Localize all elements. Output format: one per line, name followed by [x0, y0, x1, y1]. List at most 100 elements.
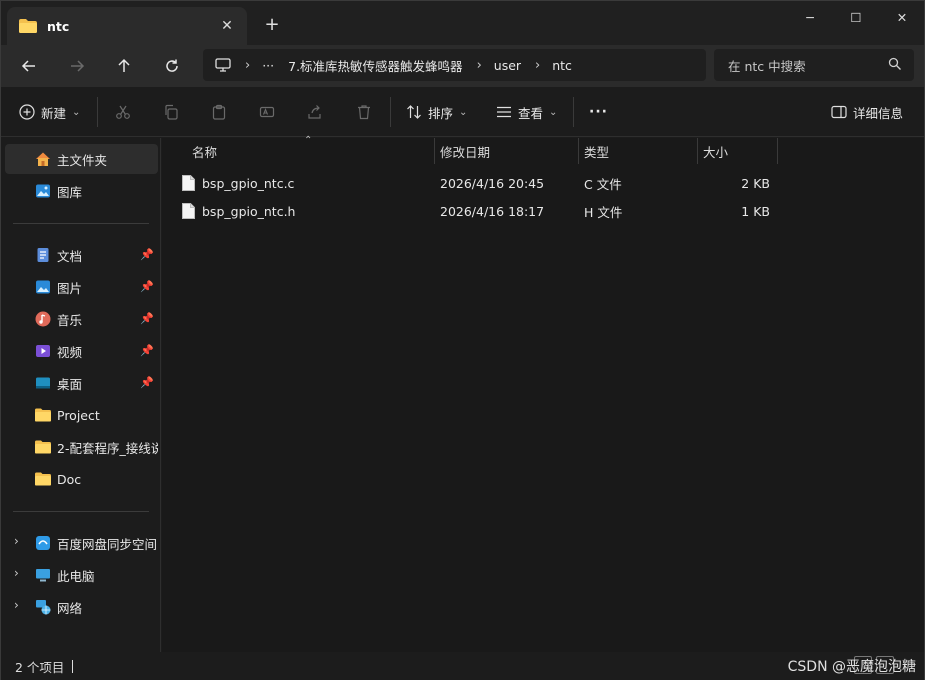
pin-icon[interactable]: 📌: [140, 280, 154, 293]
trash-icon: [358, 105, 370, 120]
sidebar-item-network[interactable]: › 网络: [5, 592, 158, 622]
music-icon: [35, 311, 51, 327]
baidu-netdisk-icon: [36, 536, 50, 550]
breadcrumb-separator-icon: ›: [245, 57, 251, 73]
sort-ascending-icon: ⌃: [304, 135, 313, 146]
sidebar-item-doc[interactable]: Doc: [5, 464, 158, 494]
column-header-type[interactable]: 类型: [578, 138, 697, 164]
share-icon: [308, 105, 321, 119]
video-icon: [36, 345, 50, 357]
search-icon: [888, 57, 901, 70]
file-icon: [182, 203, 195, 219]
back-arrow-icon: [21, 60, 35, 72]
tab-close-icon[interactable]: ✕: [217, 16, 237, 36]
file-name: bsp_gpio_ntc.h: [202, 203, 296, 219]
file-row[interactable]: bsp_gpio_ntc.h 2026/4/16 18:17 H 文件 1 KB: [172, 197, 782, 225]
forward-arrow-icon: [71, 60, 85, 72]
chevron-down-icon: ⌄: [549, 106, 558, 118]
chevron-right-icon[interactable]: ›: [14, 566, 19, 580]
up-arrow-icon: [118, 58, 130, 72]
breadcrumb-item[interactable]: ntc: [552, 58, 572, 73]
back-button[interactable]: [14, 53, 44, 79]
search-input[interactable]: 在 ntc 中搜索: [714, 49, 914, 81]
new-button[interactable]: 新建 ⌄: [19, 101, 80, 123]
gallery-icon: [36, 184, 50, 198]
file-row[interactable]: bsp_gpio_ntc.c 2026/4/16 20:45 C 文件 2 KB: [172, 169, 782, 197]
file-modified: 2026/4/16 20:45: [440, 175, 545, 191]
file-type: H 文件: [584, 204, 623, 220]
folder-icon: [19, 19, 37, 33]
column-header-modified[interactable]: 修改日期: [434, 138, 578, 164]
breadcrumb-item[interactable]: 7.标准库热敏传感器触发蜂鸣器: [288, 56, 462, 75]
sidebar-item-this-pc[interactable]: › 此电脑: [5, 560, 158, 590]
sidebar-item-program[interactable]: 2-配套程序_接线说: [5, 432, 158, 462]
column-separator[interactable]: [777, 138, 778, 164]
chevron-right-icon[interactable]: ›: [14, 598, 19, 612]
sidebar-item-project[interactable]: Project: [5, 400, 158, 430]
new-tab-button[interactable]: +: [261, 13, 283, 35]
toolbar-divider: [390, 97, 391, 127]
view-button[interactable]: 查看 ⌄: [496, 101, 557, 123]
address-row: › ··· 7.标准库热敏传感器触发蜂鸣器 › user › ntc 在 ntc…: [1, 45, 924, 87]
details-pane-icon: [831, 105, 847, 119]
item-count: 2 个项目: [15, 659, 65, 675]
sort-button[interactable]: 排序 ⌄: [406, 101, 467, 123]
sidebar-item-pictures[interactable]: 图片 📌: [5, 272, 158, 302]
pictures-icon: [36, 280, 50, 294]
cut-button[interactable]: [115, 101, 131, 123]
folder-icon: [35, 440, 51, 454]
breadcrumb-separator-icon: ›: [535, 57, 541, 73]
status-divider: [72, 659, 74, 673]
tab-ntc[interactable]: ntc ✕: [7, 7, 247, 45]
sidebar-item-desktop[interactable]: 桌面 📌: [5, 368, 158, 398]
more-options-button[interactable]: ···: [589, 101, 608, 123]
sidebar-item-documents[interactable]: 文档 📌: [5, 240, 158, 270]
file-name: bsp_gpio_ntc.c: [202, 175, 295, 191]
sidebar-item-gallery[interactable]: 图库: [5, 176, 158, 206]
sidebar-item-videos[interactable]: 视频 📌: [5, 336, 158, 366]
up-button[interactable]: [109, 53, 139, 79]
details-pane-button[interactable]: 详细信息: [831, 101, 903, 123]
breadcrumb-item[interactable]: user: [494, 58, 521, 73]
rename-button[interactable]: [259, 101, 275, 123]
file-icon: [182, 175, 195, 191]
status-bar: 2 个项目 CSDN @恶魔泡泡糖: [1, 652, 924, 680]
sidebar-divider: [13, 511, 149, 512]
delete-button[interactable]: [356, 101, 372, 123]
close-window-button[interactable]: ✕: [879, 1, 925, 33]
sidebar-item-music[interactable]: 音乐 📌: [5, 304, 158, 334]
chevron-down-icon: ⌄: [459, 106, 468, 118]
command-bar: 新建 ⌄ 排序 ⌄ 查看 ⌄ ··· 详细信息: [1, 87, 924, 137]
forward-button[interactable]: [62, 53, 92, 79]
breadcrumb[interactable]: › ··· 7.标准库热敏传感器触发蜂鸣器 › user › ntc: [203, 49, 706, 81]
sidebar-divider: [13, 223, 149, 224]
file-explorer-window: ntc ✕ + ─ ☐ ✕ › ··· 7.标准库热敏传感器触发蜂鸣器 › us…: [0, 0, 925, 680]
pin-icon[interactable]: 📌: [140, 376, 154, 389]
maximize-button[interactable]: ☐: [833, 1, 879, 33]
new-label: 新建: [41, 105, 67, 121]
paste-button[interactable]: [211, 101, 227, 123]
pin-icon[interactable]: 📌: [140, 344, 154, 357]
pin-icon[interactable]: 📌: [140, 312, 154, 325]
pin-icon[interactable]: 📌: [140, 248, 154, 261]
refresh-button[interactable]: [157, 53, 187, 79]
minimize-button[interactable]: ─: [787, 1, 833, 33]
sidebar-item-baidu-sync[interactable]: › 百度网盘同步空间: [5, 528, 158, 558]
share-button[interactable]: [307, 101, 323, 123]
chevron-right-icon[interactable]: ›: [14, 534, 19, 548]
view-list-icon: [497, 106, 511, 118]
refresh-icon: [166, 59, 178, 72]
toolbar-divider: [97, 97, 98, 127]
sidebar-item-home[interactable]: 主文件夹: [5, 144, 158, 174]
plus-circle-icon: [19, 104, 35, 120]
copy-button[interactable]: [163, 101, 179, 123]
file-modified: 2026/4/16 18:17: [440, 203, 545, 219]
breadcrumb-more-button[interactable]: ···: [262, 58, 274, 73]
file-size: 2 KB: [741, 175, 770, 191]
monitor-icon: [215, 58, 231, 72]
document-icon: [37, 248, 49, 262]
desktop-icon: [36, 377, 50, 389]
title-bar: ntc ✕ + ─ ☐ ✕: [1, 1, 924, 45]
sort-icon: [407, 105, 421, 119]
column-header-size[interactable]: 大小: [697, 138, 777, 164]
